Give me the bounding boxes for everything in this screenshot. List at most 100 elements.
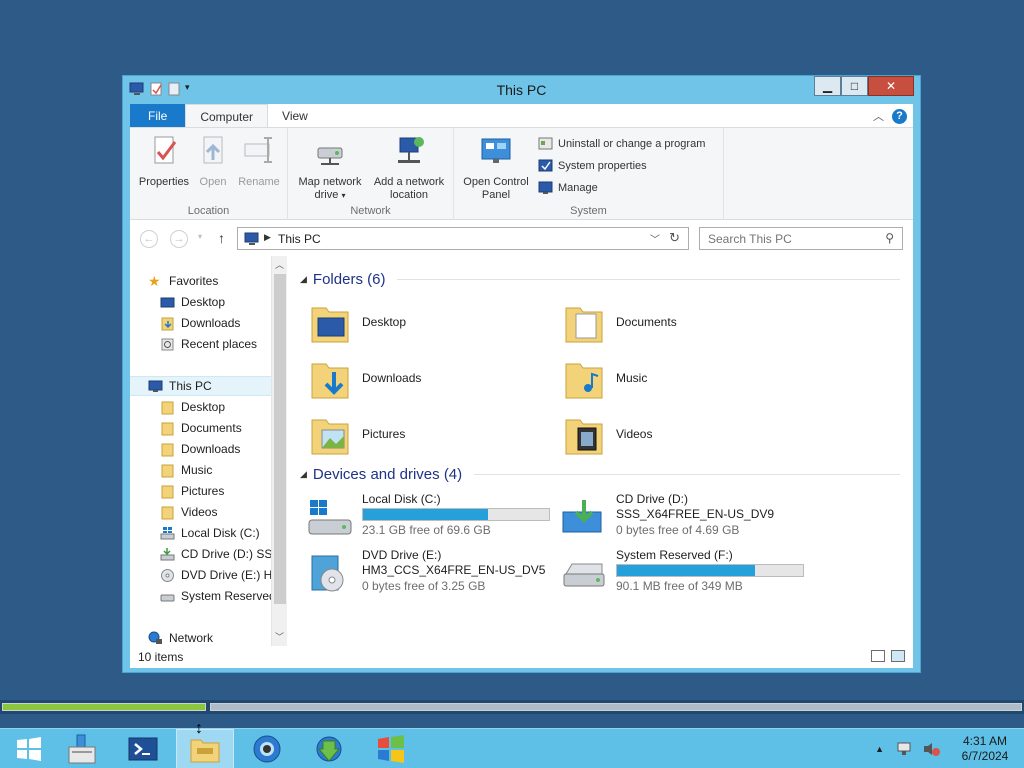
window-title: This PC — [496, 82, 547, 98]
nav-this-pc[interactable]: This PC — [130, 376, 271, 396]
tab-computer[interactable]: Computer — [185, 104, 269, 127]
nav-recent-places-label: Recent places — [181, 337, 258, 351]
scroll-down-icon[interactable]: ﹀ — [275, 630, 284, 643]
nav-documents[interactable]: Documents — [160, 418, 242, 438]
scroll-up-icon[interactable]: ︿ — [275, 258, 284, 271]
refresh-icon[interactable]: ↻ — [669, 230, 680, 246]
nav-videos[interactable]: Videos — [160, 502, 217, 522]
open-button[interactable]: Open — [194, 134, 232, 189]
nav-scrollbar[interactable]: ︿ ﹀ — [271, 256, 287, 646]
tab-file[interactable]: File — [130, 104, 186, 127]
details-view-icon[interactable] — [871, 650, 885, 662]
windows-logo-icon — [17, 737, 41, 761]
maximize-button[interactable]: □ — [841, 76, 868, 96]
collapse-icon[interactable]: ◢ — [300, 469, 307, 480]
drives-section-header[interactable]: ◢ Devices and drives (4) — [300, 466, 900, 483]
nav-network[interactable]: Network — [148, 628, 213, 646]
nav-local-disk-c[interactable]: Local Disk (C:) — [160, 523, 260, 543]
nav-system-reserved[interactable]: System Reserved — [160, 586, 276, 606]
collapse-icon[interactable]: ◢ — [300, 274, 307, 285]
close-button[interactable]: ✕ — [868, 76, 914, 96]
progress-segment-remaining — [210, 703, 1022, 711]
drive-c-usage-bar — [362, 508, 550, 521]
nav-favorites[interactable]: ★ Favorites — [148, 271, 218, 291]
group-location: Properties Open Rename Location — [130, 128, 288, 220]
breadcrumb-arrow-icon[interactable]: ▶ — [264, 232, 271, 243]
manage-icon — [538, 181, 553, 194]
folder-pictures-label: Pictures — [362, 427, 406, 441]
network-status-icon[interactable] — [896, 741, 914, 757]
nav-documents-label: Documents — [181, 421, 242, 435]
folder-videos[interactable]: Videos — [564, 412, 652, 456]
tab-view[interactable]: View — [268, 104, 322, 127]
drive-cd-d[interactable]: CD Drive (D:) SSS_X64FREE_EN-US_DV9 0 by… — [560, 492, 774, 538]
recent-locations-icon[interactable]: ▾ — [198, 232, 202, 241]
nav-dvd-drive-e[interactable]: DVD Drive (E:) HM — [160, 565, 282, 585]
view-switcher — [871, 650, 905, 662]
minimize-button[interactable]: ▁ — [814, 76, 841, 96]
show-hidden-icons-icon[interactable]: ▲ — [875, 744, 884, 754]
nav-fav-desktop[interactable]: Desktop — [160, 292, 225, 312]
clock[interactable]: 4:31 AM 6/7/2024 — [946, 734, 1024, 764]
powershell-button[interactable] — [114, 729, 172, 768]
file-explorer-button[interactable] — [176, 729, 234, 768]
collapse-ribbon-icon[interactable]: ︿ — [873, 108, 884, 124]
cd-drive-icon — [562, 500, 602, 533]
folder-documents[interactable]: Documents — [564, 300, 677, 344]
address-dropdown-icon[interactable]: ﹀ — [650, 231, 660, 246]
windows-app-button[interactable] — [362, 729, 420, 768]
server-manager-button[interactable] — [52, 729, 110, 768]
back-button[interactable]: ← — [140, 230, 158, 248]
nav-downloads[interactable]: Downloads — [160, 439, 240, 459]
nav-pictures[interactable]: Pictures — [160, 481, 224, 501]
open-control-panel-button[interactable]: Open Control Panel — [460, 134, 532, 202]
folders-section-header[interactable]: ◢ Folders (6) — [300, 271, 900, 288]
drive-dvd-e[interactable]: DVD Drive (E:) HM3_CCS_X64FRE_EN-US_DV5 … — [306, 548, 545, 594]
scroll-thumb[interactable] — [274, 274, 286, 604]
start-button[interactable] — [0, 729, 58, 768]
manage-button[interactable]: Manage — [538, 180, 598, 195]
folder-desktop[interactable]: Desktop — [310, 300, 406, 344]
server-manager-icon — [68, 734, 96, 764]
system-properties-button[interactable]: System properties — [538, 158, 647, 173]
forward-button[interactable]: → — [170, 230, 188, 248]
folders-header-label: Folders (6) — [312, 271, 386, 288]
internet-download-button[interactable] — [300, 729, 358, 768]
breadcrumb-this-pc[interactable]: This PC — [278, 232, 321, 246]
folder-pictures[interactable]: Pictures — [310, 412, 405, 456]
rename-button[interactable]: Rename — [234, 134, 284, 189]
drives-header-label: Devices and drives (4) — [312, 466, 463, 483]
nav-fav-downloads[interactable]: Downloads — [160, 313, 240, 333]
volume-muted-icon[interactable] — [922, 741, 940, 757]
address-bar[interactable]: ▶ This PC ﹀ ↻ — [237, 227, 689, 250]
folder-documents-label: Documents — [616, 315, 677, 329]
uninstall-program-label: Uninstall or change a program — [558, 137, 706, 150]
drive-d-free: 0 bytes free of 4.69 GB — [616, 523, 740, 537]
folder-music[interactable]: Music — [564, 356, 647, 400]
help-icon[interactable]: ? — [892, 108, 907, 124]
search-icon[interactable]: ⚲ — [885, 231, 894, 245]
network-app-button[interactable] — [238, 729, 296, 768]
system-properties-label: System properties — [558, 159, 647, 172]
folder-downloads-label: Downloads — [362, 371, 422, 385]
nav-music[interactable]: Music — [160, 460, 212, 480]
nav-recent-places[interactable]: Recent places — [160, 334, 257, 354]
search-input[interactable] — [708, 229, 878, 249]
folder-downloads[interactable]: Downloads — [310, 356, 421, 400]
file-explorer-icon — [190, 739, 220, 763]
nav-cd-drive-d[interactable]: CD Drive (D:) SSS — [160, 544, 280, 564]
large-icons-view-icon[interactable] — [891, 650, 905, 662]
clock-date: 6/7/2024 — [961, 749, 1009, 763]
drive-local-disk-c[interactable]: Local Disk (C:) 23.1 GB free of 69.6 GB — [306, 492, 550, 538]
progress-segment-complete — [2, 703, 206, 711]
folder-icon — [161, 506, 174, 519]
add-network-location-button[interactable]: Add a network location — [368, 134, 450, 202]
map-network-drive-button[interactable]: Map network drive ▾ — [294, 134, 366, 202]
uninstall-program-button[interactable]: Uninstall or change a program — [538, 136, 705, 151]
title-bar[interactable]: ▾ This PC ▁ □ ✕ — [123, 76, 920, 104]
ribbon-controls: ︿ ? — [873, 108, 907, 124]
nav-desktop[interactable]: Desktop — [160, 397, 225, 417]
drive-system-reserved-f[interactable]: System Reserved (F:) 90.1 MB free of 349… — [560, 548, 804, 594]
properties-button[interactable]: Properties — [136, 134, 192, 189]
up-button[interactable]: ↑ — [218, 230, 225, 246]
